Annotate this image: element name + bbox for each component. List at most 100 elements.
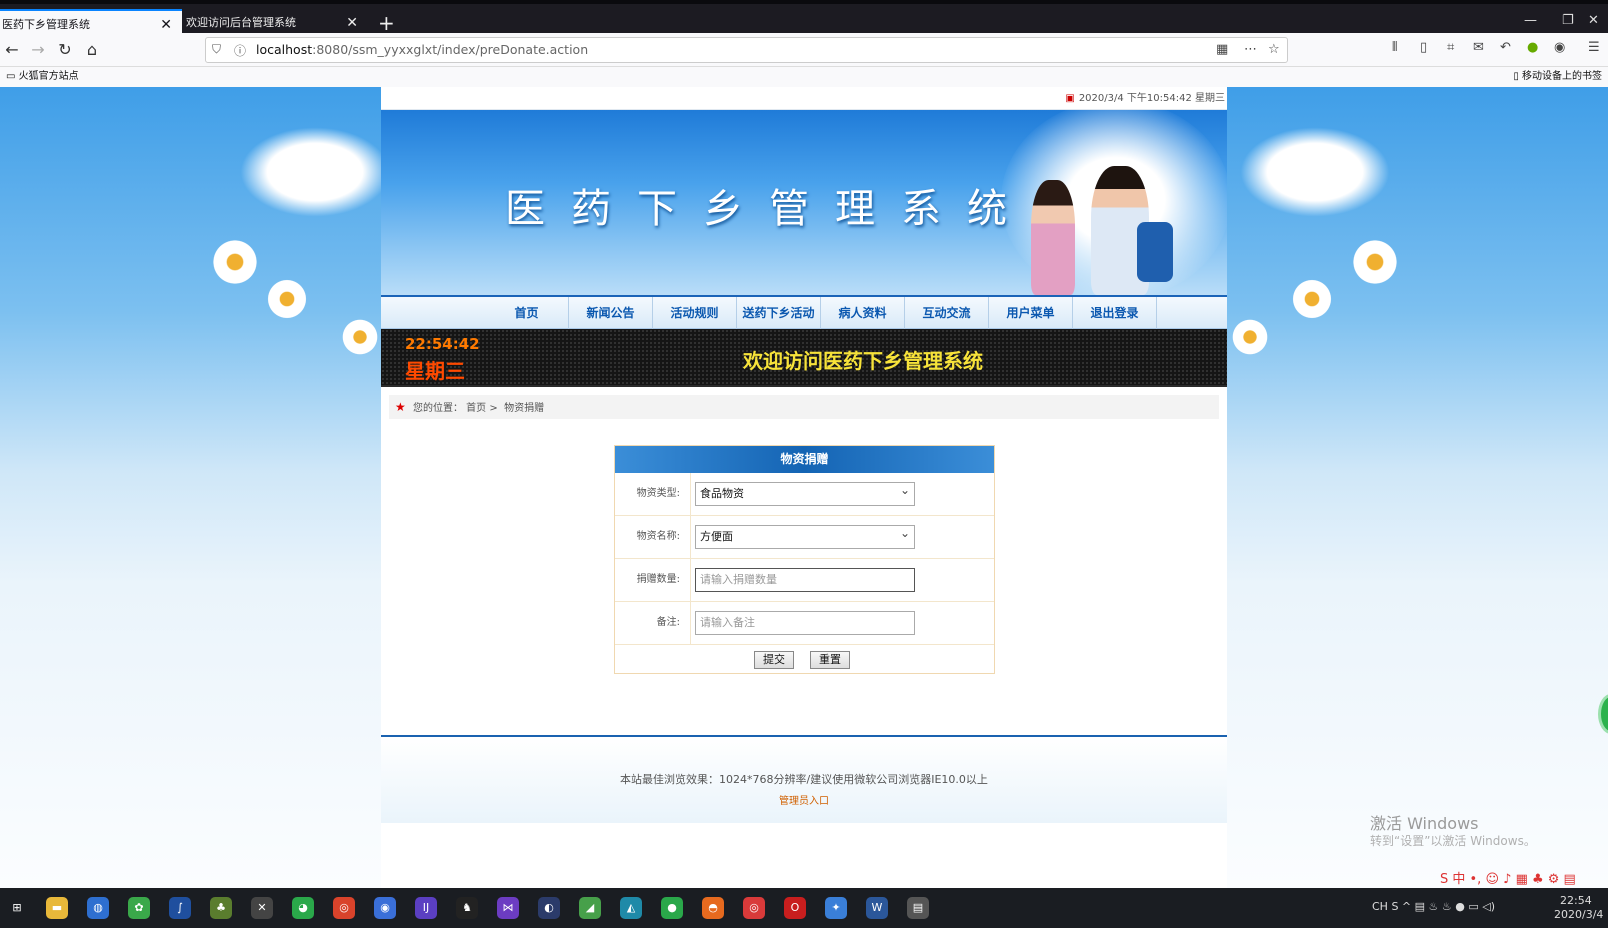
app-icon[interactable]: ◢ — [579, 897, 601, 919]
back-icon[interactable]: ← — [0, 38, 24, 62]
breadcrumb: ★ 您的位置： 首页 > 物资捐赠 — [389, 395, 1219, 419]
menu-item-news[interactable]: 新闻公告 — [569, 297, 653, 329]
start-icon[interactable]: ⊞ — [6, 897, 28, 919]
ime-toolbar[interactable]: S 中 •, ☺ ♪ ▦ ♣ ⚙ ▤ — [1440, 868, 1576, 887]
admin-link[interactable]: 管理员入口 — [381, 792, 1227, 807]
reset-button[interactable]: 重置 — [810, 651, 850, 669]
nav-toolbar: ← → ↻ ⌂ ⛉ ⓘ localhost:8080/ssm_yyxxglxt/… — [0, 33, 1608, 67]
led-message: 欢迎访问医药下乡管理系统 — [743, 349, 983, 373]
site-page: ▣ 2020/3/4 下午10:54:42 星期三 医药下乡管理系统 首页 新闻公… — [381, 87, 1227, 888]
form-row-quantity: 捐赠数量: 请输入捐赠数量 — [615, 559, 994, 602]
chrome-icon[interactable]: ◎ — [743, 897, 765, 919]
breadcrumb-sep: > — [486, 403, 501, 414]
site-banner: 医药下乡管理系统 — [381, 110, 1227, 295]
floating-assistant-icon[interactable] — [1598, 694, 1608, 734]
bookmark-star-icon[interactable]: ☆ — [1268, 42, 1280, 57]
app-icon[interactable]: ✿ — [128, 897, 150, 919]
screenshot-icon[interactable]: ⌗ — [1447, 40, 1454, 55]
reload-icon[interactable]: ↻ — [53, 38, 77, 62]
chat-icon[interactable]: ✉ — [1473, 40, 1484, 55]
led-weekday: 星期三 — [405, 359, 465, 383]
flower-decoration — [265, 277, 309, 321]
bookmark-item[interactable]: ▭ 火狐官方站点 — [6, 67, 79, 87]
backpack-figure — [1137, 222, 1173, 282]
quantity-input[interactable]: 请输入捐赠数量 — [695, 568, 915, 592]
wechat-icon[interactable]: ◕ — [292, 897, 314, 919]
app-icon[interactable]: ✦ — [825, 897, 847, 919]
submit-button[interactable]: 提交 — [754, 651, 794, 669]
word-icon[interactable]: W — [866, 897, 888, 919]
tab-label: 医药下乡管理系统 — [2, 18, 90, 31]
opera-icon[interactable]: O — [784, 897, 806, 919]
tools-icon[interactable]: ✕ — [251, 897, 273, 919]
ide-icon[interactable]: IJ — [415, 897, 437, 919]
flower-decoration — [210, 237, 260, 287]
app-icon[interactable]: ● — [661, 897, 683, 919]
address-bar[interactable]: ⛉ ⓘ localhost:8080/ssm_yyxxglxt/index/pr… — [205, 37, 1288, 63]
account-icon[interactable]: ◉ — [1554, 40, 1565, 55]
visual-studio-icon[interactable]: ⋈ — [497, 897, 519, 919]
material-type-select[interactable]: 食品物资 — [695, 479, 915, 506]
close-window-icon[interactable]: ✕ — [1588, 13, 1599, 28]
qq-icon[interactable]: ♞ — [456, 897, 478, 919]
field-label: 物资类型: — [615, 473, 691, 515]
undo-icon[interactable]: ↶ — [1500, 40, 1511, 55]
led-time: 22:54:42 — [405, 335, 480, 353]
menu-item-activity[interactable]: 送药下乡活动 — [737, 297, 821, 329]
qr-icon[interactable]: ▦ — [1216, 42, 1228, 57]
browser-icon[interactable]: ◍ — [87, 897, 109, 919]
url-host: localhost — [256, 42, 313, 57]
page-content: ▣ 2020/3/4 下午10:54:42 星期三 医药下乡管理系统 首页 新闻公… — [0, 87, 1608, 888]
site-title: 医药下乡管理系统 — [505, 186, 1033, 232]
cloud-decoration — [1240, 127, 1390, 217]
app-icon[interactable]: ▤ — [907, 897, 929, 919]
eclipse-icon[interactable]: ◐ — [538, 897, 560, 919]
footer-note: 本站最佳浏览效果：1024*768分辨率/建议使用微软公司浏览器IE10.0以上 — [620, 773, 988, 786]
menu-item-logout[interactable]: 退出登录 — [1073, 297, 1157, 329]
extension-icon[interactable]: ● — [1527, 40, 1538, 55]
library-icon[interactable]: ⫴ — [1392, 40, 1397, 55]
app-icon[interactable]: ◭ — [620, 897, 642, 919]
tab-label: 欢迎访问后台管理系统 — [186, 16, 296, 29]
menu-icon[interactable]: ☰ — [1588, 40, 1600, 55]
app-icon[interactable]: ∫ — [169, 897, 191, 919]
flower-decoration — [1290, 277, 1334, 321]
forward-icon[interactable]: → — [26, 38, 50, 62]
explorer-icon[interactable]: ▬ — [46, 897, 68, 919]
clock-time[interactable]: 22:54 — [1560, 894, 1592, 907]
info-icon[interactable]: ⓘ — [234, 42, 246, 59]
more-icon[interactable]: ⋯ — [1244, 42, 1257, 57]
restore-icon[interactable]: ❐ — [1562, 13, 1574, 28]
clock-date[interactable]: 2020/3/4 — [1554, 908, 1603, 921]
breadcrumb-home[interactable]: 首页 — [466, 403, 486, 414]
app-icon[interactable]: ♣ — [210, 897, 232, 919]
menu-item-forum[interactable]: 互动交流 — [905, 297, 989, 329]
app-icon[interactable]: ◉ — [374, 897, 396, 919]
mobile-bookmarks[interactable]: ▯ 移动设备上的书签 — [1513, 67, 1602, 87]
bookmark-label: 火狐官方站点 — [18, 71, 79, 82]
header-datetime: 2020/3/4 下午10:54:42 星期三 — [1078, 93, 1225, 104]
activation-watermark: 激活 Windows — [1370, 814, 1479, 833]
firefox-icon[interactable]: ◓ — [702, 897, 724, 919]
chrome-icon[interactable]: ◎ — [333, 897, 355, 919]
menu-item-rules[interactable]: 活动规则 — [653, 297, 737, 329]
home-icon[interactable]: ⌂ — [80, 38, 104, 62]
breadcrumb-prefix: 您的位置： — [412, 403, 463, 414]
shield-icon[interactable]: ⛉ — [212, 42, 221, 57]
url-text[interactable]: localhost:8080/ssm_yyxxglxt/index/preDon… — [256, 42, 588, 57]
bookmarks-bar: ▭ 火狐官方站点 ▯ 移动设备上的书签 — [0, 67, 1608, 87]
remark-input[interactable]: 请输入备注 — [695, 611, 915, 635]
tab-bar: 医药下乡管理系统 ✕ 欢迎访问后台管理系统 ✕ + — ❐ ✕ — [0, 0, 1608, 37]
sidebar-icon[interactable]: ▯ — [1420, 40, 1427, 55]
material-name-select[interactable]: 方便面 — [695, 522, 915, 549]
minimize-icon[interactable]: — — [1524, 13, 1537, 28]
student-girl-figure — [1031, 180, 1075, 295]
menu-item-home[interactable]: 首页 — [485, 297, 569, 329]
led-banner: 22:54:42 星期三 欢迎访问医药下乡管理系统 — [381, 329, 1227, 387]
tray-icons[interactable]: CH S ^ ▤ ♨ ♨ ● ▭ ◁) — [1372, 900, 1495, 913]
menu-item-patients[interactable]: 病人资料 — [821, 297, 905, 329]
main-menu: 首页 新闻公告 活动规则 送药下乡活动 病人资料 互动交流 用户菜单 退出登录 — [381, 295, 1227, 329]
menu-item-user[interactable]: 用户菜单 — [989, 297, 1073, 329]
form-buttons: 提交 重置 — [615, 645, 994, 675]
breadcrumb-current: 物资捐赠 — [504, 403, 545, 414]
